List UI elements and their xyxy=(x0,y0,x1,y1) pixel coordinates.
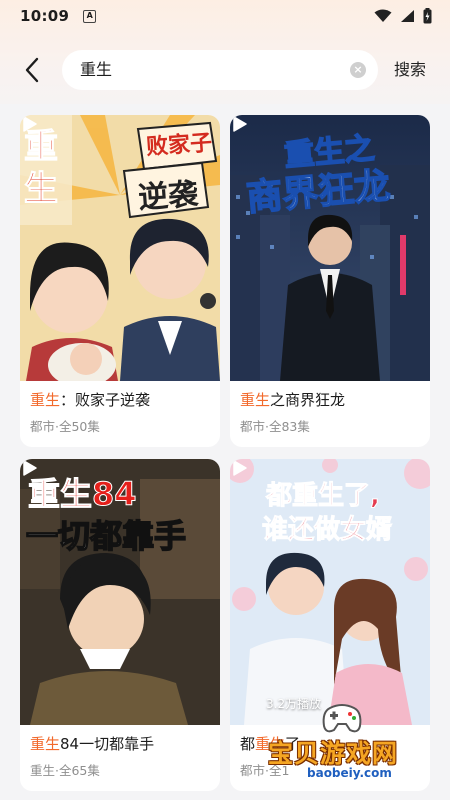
battery-icon xyxy=(423,8,432,24)
drama-meta: 重生·全65集 xyxy=(30,763,100,778)
cover-title: 重生84 xyxy=(28,475,138,514)
title-rest: 之商界狂龙 xyxy=(270,391,346,409)
status-icons xyxy=(374,8,432,24)
title-rest: 84一切都靠手 xyxy=(60,735,155,753)
title-keyword-highlight: 重生 xyxy=(30,391,61,409)
gesture-bar xyxy=(0,792,450,800)
drama-meta: 都市·全83集 xyxy=(240,419,310,434)
search-query[interactable]: 重生 xyxy=(80,50,112,90)
drama-title[interactable]: 重生84一切都靠手 xyxy=(30,733,154,755)
cover-title: 逆袭 xyxy=(137,176,200,217)
cover-title: 生 xyxy=(24,169,59,210)
site-watermark: 宝贝游戏网 baobeiy.com xyxy=(238,700,450,780)
drama-cover[interactable]: 都重生了, 谁还做女婿 3.2万播放 xyxy=(230,459,430,725)
notification-icon: A xyxy=(83,9,97,23)
back-arrow-icon xyxy=(25,57,39,83)
play-icon xyxy=(233,116,247,132)
status-time: 10:09 xyxy=(20,7,70,25)
drama-cover[interactable]: 重生之 商界狂龙 xyxy=(230,115,430,381)
drama-card[interactable]: 重生84 一切都靠手 重生84一切都靠手 重生·全65集 xyxy=(20,459,220,791)
title-keyword-highlight: 重生 xyxy=(240,391,271,409)
clear-icon[interactable]: × xyxy=(350,62,366,78)
wifi-icon xyxy=(374,9,392,22)
signal-icon xyxy=(401,10,414,22)
title-rest: ：败家子逆袭 xyxy=(60,391,151,409)
back-button[interactable] xyxy=(20,56,44,84)
search-row: 重生 × 搜索 xyxy=(0,48,450,92)
play-icon xyxy=(23,460,37,476)
play-icon xyxy=(233,460,247,476)
search-input[interactable]: 重生 × xyxy=(62,50,378,90)
drama-card[interactable]: 重 生 败家子 逆袭 重生：败家子逆袭 都市·全50集 xyxy=(20,115,220,447)
drama-title[interactable]: 重生：败家子逆袭 xyxy=(30,389,150,411)
watermark-url: baobeiy.com xyxy=(304,766,395,780)
drama-card[interactable]: 重生之 商界狂龙 重生之商界狂龙 都市·全83集 xyxy=(230,115,430,447)
search-button[interactable]: 搜索 xyxy=(394,48,426,92)
top-bar: 10:09 A 重生 × 搜索 xyxy=(0,0,450,104)
drama-cover[interactable]: 重 生 败家子 逆袭 xyxy=(20,115,220,381)
cover-title: 一切都靠手 xyxy=(25,516,187,556)
drama-cover[interactable]: 重生84 一切都靠手 xyxy=(20,459,220,725)
results-grid: 重 生 败家子 逆袭 重生：败家子逆袭 都市·全50集 重生之 商界狂龙 重生之… xyxy=(0,104,450,800)
drama-meta: 都市·全50集 xyxy=(30,419,100,434)
title-keyword-highlight: 重生 xyxy=(30,735,61,753)
gamepad-logo-icon xyxy=(322,704,362,733)
drama-title[interactable]: 重生之商界狂龙 xyxy=(240,389,345,411)
status-bar: 10:09 A xyxy=(0,0,450,32)
cover-title: 都重生了, xyxy=(266,481,381,512)
play-icon xyxy=(23,116,37,132)
cover-title: 谁还做女婿 xyxy=(261,515,393,546)
cover-title: 败家子 xyxy=(145,130,213,161)
watermark-text: 宝贝游戏网 xyxy=(268,739,399,768)
